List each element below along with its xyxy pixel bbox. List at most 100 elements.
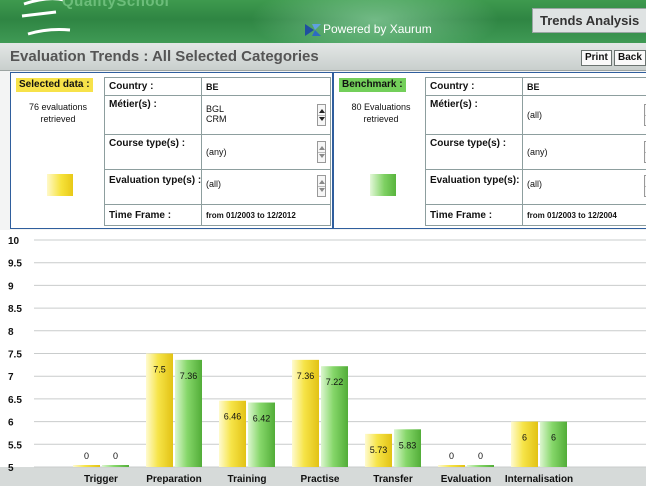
scroll-down-icon[interactable]	[319, 154, 325, 158]
selected-metier-item: CRM	[206, 114, 227, 124]
y-tick-label: 7	[8, 372, 14, 383]
selected-metier-list[interactable]: BGL CRM	[201, 95, 331, 135]
evaluation-trends-chart: 10 9.5 9 8.5 8 7.5 7 6.5 6 5.5 5 0 0 Trigger 7.5 7.36 Pr…	[8, 236, 646, 485]
benchmark-color-swatch	[370, 174, 396, 196]
x-category-label: Trigger	[84, 474, 118, 485]
benchmark-country-value: BE	[522, 77, 646, 96]
scroll-up-icon[interactable]	[319, 109, 325, 113]
benchmark-count: 80 Evaluations retrieved	[337, 101, 425, 125]
selected-metier-label: Métier(s) :	[104, 95, 202, 135]
y-tick-label: 5.5	[8, 440, 22, 451]
benchmark-count-line1: 80 Evaluations	[351, 102, 411, 112]
x-category-label: Practise	[301, 474, 340, 485]
x-category-label: Internalisation	[505, 474, 573, 485]
selected-color-swatch	[47, 174, 73, 196]
benchmark-metier-item: (all)	[527, 110, 542, 120]
selected-count: 76 evaluations retrieved	[14, 101, 102, 125]
app-title: Trends Analysis	[540, 13, 640, 28]
selected-evaluation-type-label: Evaluation type(s) :	[104, 169, 202, 205]
selected-country-value: BE	[201, 77, 331, 96]
x-category-label: Preparation	[146, 474, 202, 485]
selected-bar	[219, 400, 246, 467]
back-button[interactable]: Back	[614, 50, 646, 66]
selected-course-type-item: (any)	[206, 147, 227, 157]
header-banner: QualitySchool Powered by Xaurum Trends A…	[0, 0, 646, 43]
y-tick-label: 7.5	[8, 350, 22, 361]
benchmark-bar	[248, 402, 275, 467]
selected-country-label: Country :	[104, 77, 202, 96]
toolbar: Evaluation Trends : All Selected Categor…	[0, 43, 646, 71]
selected-evaluation-type-item: (all)	[206, 179, 221, 189]
selected-metier-item: BGL	[206, 104, 225, 114]
benchmark-tag: Benchmark :	[339, 78, 406, 92]
scroll-up-icon[interactable]	[319, 146, 325, 150]
data-label: 7.5	[153, 365, 166, 375]
data-label: 6	[551, 433, 556, 443]
data-label: 0	[449, 451, 454, 461]
benchmark-time-frame-text: from 01/2003 to 12/2004	[527, 211, 617, 220]
x-category-label: Training	[228, 474, 267, 485]
selected-country-value-text: BE	[206, 82, 219, 92]
scroll-divider	[318, 186, 325, 187]
data-label: 6.42	[253, 414, 271, 424]
scroll-up-icon[interactable]	[319, 180, 325, 184]
y-tick-label: 6	[8, 418, 14, 429]
benchmark-time-frame-value: from 01/2003 to 12/2004	[522, 204, 646, 226]
x-category-label: Transfer	[373, 474, 413, 485]
benchmark-metier-list[interactable]: (all)	[522, 95, 646, 135]
chart-bars	[73, 353, 567, 467]
y-tick-label: 6.5	[8, 395, 22, 406]
powered-by-label: Powered by Xaurum	[323, 22, 432, 36]
data-label: 5.73	[370, 445, 388, 455]
selected-bar	[511, 421, 538, 467]
y-tick-label: 5	[8, 463, 14, 474]
benchmark-country-label: Country :	[425, 77, 523, 96]
scroll-divider	[318, 152, 325, 153]
scroll-down-icon[interactable]	[319, 188, 325, 192]
benchmark-evaluation-type-list[interactable]: (all)	[522, 169, 646, 205]
chart-labels: 10 9.5 9 8.5 8 7.5 7 6.5 6 5.5 5 0 0 Trigger 7.5 7.36 Pr…	[8, 236, 573, 485]
selected-count-line2: retrieved	[40, 114, 76, 124]
selected-course-type-list[interactable]: (any)	[201, 134, 331, 170]
data-label: 0	[113, 451, 118, 461]
page-title: Evaluation Trends : All Selected Categor…	[10, 48, 319, 65]
data-label: 6.46	[224, 412, 242, 422]
y-tick-label: 8.5	[8, 304, 22, 315]
selected-evaluation-type-scrollbar[interactable]	[317, 175, 326, 197]
x-category-label: Evaluation	[441, 474, 492, 485]
selected-data-tag: Selected data :	[16, 78, 93, 92]
data-label: 7.36	[297, 371, 315, 381]
app-title-box: Trends Analysis	[532, 8, 646, 33]
data-label: 0	[478, 451, 483, 461]
selected-course-type-scrollbar[interactable]	[317, 141, 326, 163]
benchmark-bar	[467, 465, 494, 467]
data-label: 5.83	[399, 440, 417, 450]
benchmark-metier-label: Métier(s) :	[425, 95, 523, 135]
selected-count-line1: 76 evaluations	[28, 102, 88, 112]
benchmark-course-type-item: (any)	[527, 147, 548, 157]
benchmark-time-frame-label: Time Frame :	[425, 204, 523, 226]
logo-text: QualitySchool	[62, 0, 170, 10]
print-button[interactable]: Print	[581, 50, 612, 66]
y-tick-label: 9	[8, 281, 14, 292]
scroll-down-icon[interactable]	[319, 117, 325, 121]
selected-time-frame-text: from 01/2003 to 12/2012	[206, 211, 296, 220]
scroll-divider	[318, 115, 325, 116]
benchmark-course-type-list[interactable]: (any)	[522, 134, 646, 170]
benchmark-country-value-text: BE	[527, 82, 540, 92]
benchmark-evaluation-type-item: (all)	[527, 179, 542, 189]
selected-metier-scrollbar[interactable]	[317, 104, 326, 126]
benchmark-bar	[540, 421, 567, 467]
data-label: 7.36	[180, 371, 198, 381]
benchmark-course-type-label: Course type(s) :	[425, 134, 523, 170]
selected-evaluation-type-list[interactable]: (all)	[201, 169, 331, 205]
data-label: 6	[522, 433, 527, 443]
selected-bar	[438, 465, 465, 467]
data-label: 7.22	[326, 377, 344, 387]
selected-time-frame-value: from 01/2003 to 12/2012	[201, 204, 331, 226]
selected-time-frame-label: Time Frame :	[104, 204, 202, 226]
selected-data-panel: Selected data : 76 evaluations retrieved…	[10, 72, 333, 229]
selected-course-type-label: Course type(s) :	[104, 134, 202, 170]
y-tick-label: 9.5	[8, 259, 22, 270]
y-tick-label: 10	[8, 236, 20, 247]
